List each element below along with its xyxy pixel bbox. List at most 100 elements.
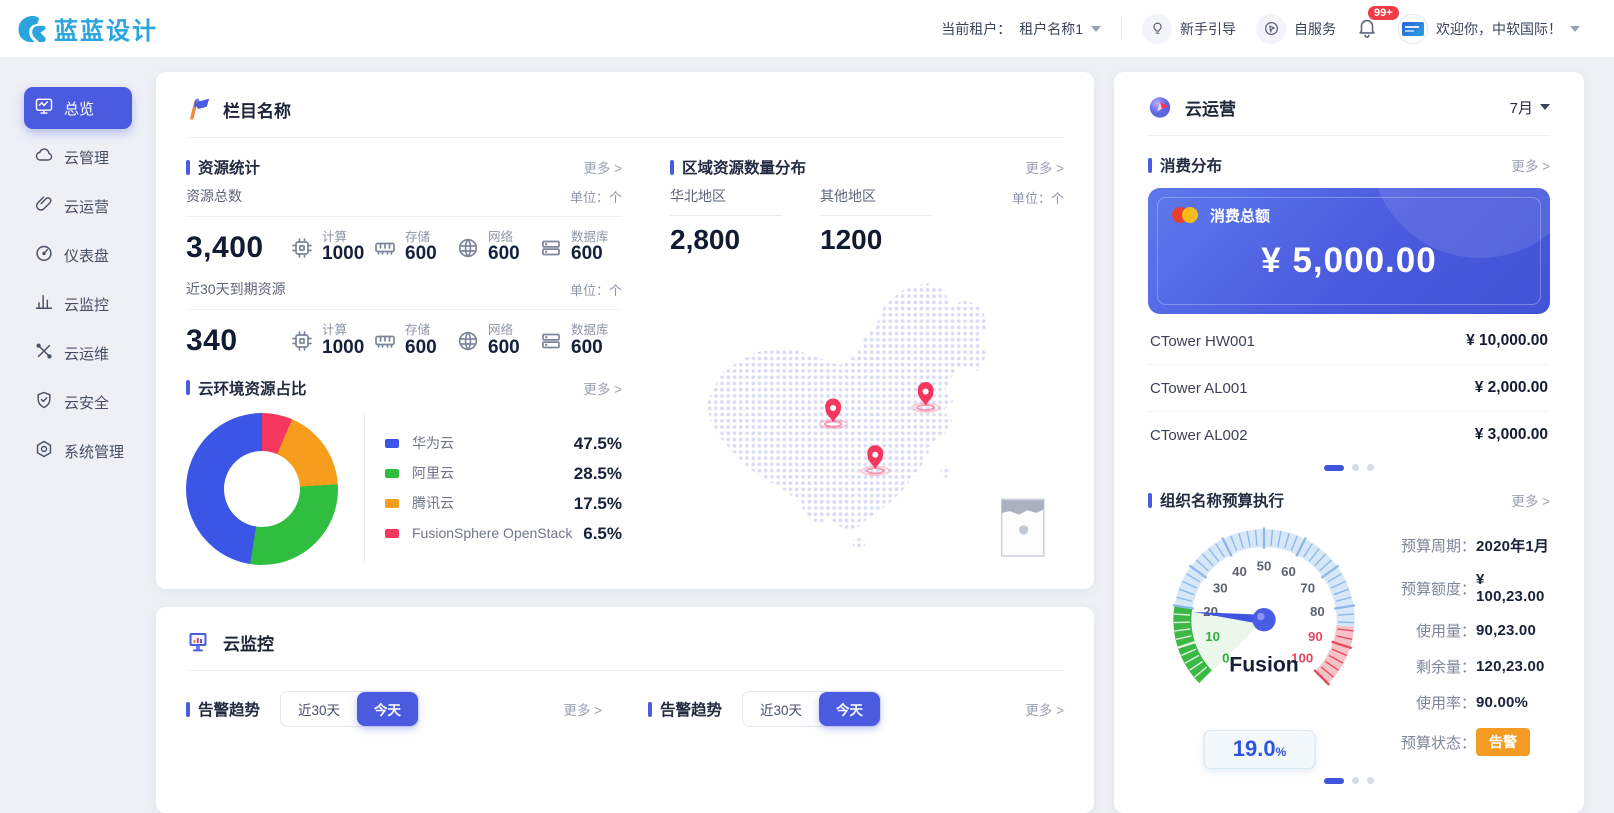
resource-groups: 资源总数单位：个3,400计算1000存储600网络600数据库600近30天到… bbox=[186, 186, 622, 359]
consumption-list: CTower HW001¥ 10,000.00CTower AL001¥ 2,0… bbox=[1148, 318, 1550, 458]
resource-breakdown-item: 存储600 bbox=[373, 323, 456, 358]
gauge-value-box: 19.0% bbox=[1204, 730, 1316, 769]
divider bbox=[670, 215, 782, 216]
section-bar bbox=[186, 160, 190, 175]
welcome-text: 欢迎你，中软国际！ bbox=[1436, 19, 1562, 39]
china-dot-map bbox=[670, 258, 1064, 570]
cloud-ratio-more-link[interactable]: 更多 > bbox=[583, 378, 622, 398]
month-selector[interactable]: 7月 bbox=[1510, 97, 1550, 118]
resource-breakdown-item: 存储600 bbox=[373, 230, 456, 265]
budget-gauge: 0102030405060708090100Fusion 19.0% bbox=[1148, 519, 1380, 771]
bell-icon bbox=[1356, 25, 1378, 41]
self-service-button[interactable]: 自服务 bbox=[1256, 14, 1336, 44]
consumption-row-amount: ¥ 2,000.00 bbox=[1475, 379, 1548, 397]
pager-dot[interactable] bbox=[1367, 464, 1374, 471]
resource-total: 340 bbox=[186, 324, 290, 358]
pager-dot[interactable] bbox=[1324, 465, 1344, 471]
budget-stat-value: ¥ 100,23.00 bbox=[1476, 571, 1550, 605]
guide-button[interactable]: 新手引导 bbox=[1142, 14, 1236, 44]
resource-breakdown-item: 数据库600 bbox=[539, 323, 622, 358]
budget-more-link[interactable]: 更多 > bbox=[1511, 490, 1550, 510]
pager-dot[interactable] bbox=[1367, 777, 1374, 784]
gauge-chart: 0102030405060708090100Fusion bbox=[1148, 519, 1380, 731]
budget-stat-label: 预算额度： bbox=[1380, 578, 1476, 599]
svg-text:10: 10 bbox=[1205, 629, 1220, 644]
svg-text:80: 80 bbox=[1310, 604, 1325, 619]
tab-今天[interactable]: 今天 bbox=[819, 692, 880, 726]
sidebar: 总览云管理云运营仪表盘云监控云运维云安全系统管理 bbox=[0, 58, 150, 813]
resource-breakdown-text: 数据库600 bbox=[571, 323, 609, 358]
legend-label: 腾讯云 bbox=[412, 495, 574, 512]
legend-label: FusionSphere OpenStack bbox=[412, 525, 583, 542]
operations-title: 云运营 bbox=[1185, 95, 1236, 120]
resource-stats-more-link[interactable]: 更多 > bbox=[583, 157, 622, 177]
taiwan-island bbox=[941, 465, 949, 478]
region-stats: 华北地区2,800其他地区1200单位：个 bbox=[670, 186, 1064, 256]
consumption-row[interactable]: CTower AL001¥ 2,000.00 bbox=[1148, 365, 1550, 412]
divider bbox=[1121, 18, 1122, 40]
time-range-toggle: 近30天今天 bbox=[280, 691, 419, 727]
chevron-down-icon bbox=[1540, 104, 1550, 110]
tenant-selector[interactable]: 当前租户： 租户名称1 bbox=[941, 19, 1101, 39]
tab-近30天[interactable]: 近30天 bbox=[281, 692, 357, 726]
notifications-button[interactable]: 99+ bbox=[1356, 16, 1378, 41]
legend-label: 阿里云 bbox=[412, 465, 574, 482]
column-card: 栏目名称 资源统计 更多 > 资源总数单位：个3,400计算1000存储600网… bbox=[156, 72, 1094, 589]
legend-marker bbox=[385, 469, 399, 478]
consumption-more-link[interactable]: 更多 > bbox=[1511, 155, 1550, 175]
resource-total: 3,400 bbox=[186, 231, 290, 265]
tab-近30天[interactable]: 近30天 bbox=[743, 692, 819, 726]
db-icon bbox=[539, 236, 563, 260]
system-icon bbox=[34, 439, 54, 463]
pager-dot[interactable] bbox=[1352, 777, 1359, 784]
resource-breakdown-item: 数据库600 bbox=[539, 230, 622, 265]
alert-trend-panel: 告警趋势近30天今天更多 > bbox=[648, 691, 1064, 727]
legend-label: 华为云 bbox=[412, 435, 574, 452]
section-bar bbox=[670, 160, 674, 175]
pager-dot[interactable] bbox=[1352, 464, 1359, 471]
sidebar-item-云运营[interactable]: 云运营 bbox=[24, 185, 132, 227]
sidebar-item-云安全[interactable]: 云安全 bbox=[24, 381, 132, 423]
resource-breakdown-text: 数据库600 bbox=[571, 230, 609, 265]
consumption-card-label: 消费总额 bbox=[1210, 205, 1270, 226]
sidebar-item-云运维[interactable]: 云运维 bbox=[24, 332, 132, 374]
budget-stat-row: 预算状态：告警 bbox=[1380, 728, 1550, 756]
resource-breakdown-text: 网络600 bbox=[488, 230, 520, 265]
map-inset bbox=[1002, 499, 1044, 556]
region-stat: 其他地区1200 bbox=[820, 186, 970, 256]
sidebar-item-云监控[interactable]: 云监控 bbox=[24, 283, 132, 325]
divider bbox=[820, 215, 932, 216]
china-map bbox=[670, 258, 1064, 575]
status-badge: 告警 bbox=[1476, 728, 1530, 756]
sidebar-item-label: 云运营 bbox=[64, 196, 109, 217]
tab-今天[interactable]: 今天 bbox=[357, 692, 418, 726]
svg-text:20: 20 bbox=[1203, 604, 1218, 619]
legend-value: 28.5% bbox=[574, 464, 622, 484]
user-menu[interactable]: 欢迎你，中软国际！ bbox=[1398, 14, 1580, 44]
legend-row: 腾讯云17.5% bbox=[385, 494, 622, 514]
pager-dot[interactable] bbox=[1324, 778, 1344, 784]
gauge-value: 19.0 bbox=[1233, 736, 1276, 761]
sidebar-item-label: 仪表盘 bbox=[64, 245, 109, 266]
resource-breakdown-label: 数据库 bbox=[571, 323, 609, 337]
sidebar-item-云管理[interactable]: 云管理 bbox=[24, 136, 132, 178]
resource-breakdown-value: 600 bbox=[571, 338, 609, 359]
sidebar-item-仪表盘[interactable]: 仪表盘 bbox=[24, 234, 132, 276]
sidebar-item-系统管理[interactable]: 系统管理 bbox=[24, 430, 132, 472]
sidebar-item-总览[interactable]: 总览 bbox=[24, 87, 132, 129]
resource-breakdown-text: 网络600 bbox=[488, 323, 520, 358]
consumption-row[interactable]: CTower HW001¥ 10,000.00 bbox=[1148, 318, 1550, 365]
legend-value: 6.5% bbox=[583, 524, 622, 544]
consumption-row-name: CTower AL002 bbox=[1150, 427, 1248, 444]
region-more-link[interactable]: 更多 > bbox=[1025, 157, 1064, 177]
alert-trend-more-link[interactable]: 更多 > bbox=[563, 699, 602, 719]
cpu-icon bbox=[290, 236, 314, 260]
consumption-row[interactable]: CTower AL002¥ 3,000.00 bbox=[1148, 412, 1550, 458]
resource-breakdown-item: 网络600 bbox=[456, 230, 539, 265]
china-outline bbox=[707, 283, 987, 531]
resource-breakdown-value: 600 bbox=[571, 244, 609, 265]
alert-trend-more-link[interactable]: 更多 > bbox=[1025, 699, 1064, 719]
notification-badge: 99+ bbox=[1368, 6, 1399, 20]
sidebar-item-label: 云管理 bbox=[64, 147, 109, 168]
budget-title: 组织名称预算执行 bbox=[1160, 489, 1284, 511]
